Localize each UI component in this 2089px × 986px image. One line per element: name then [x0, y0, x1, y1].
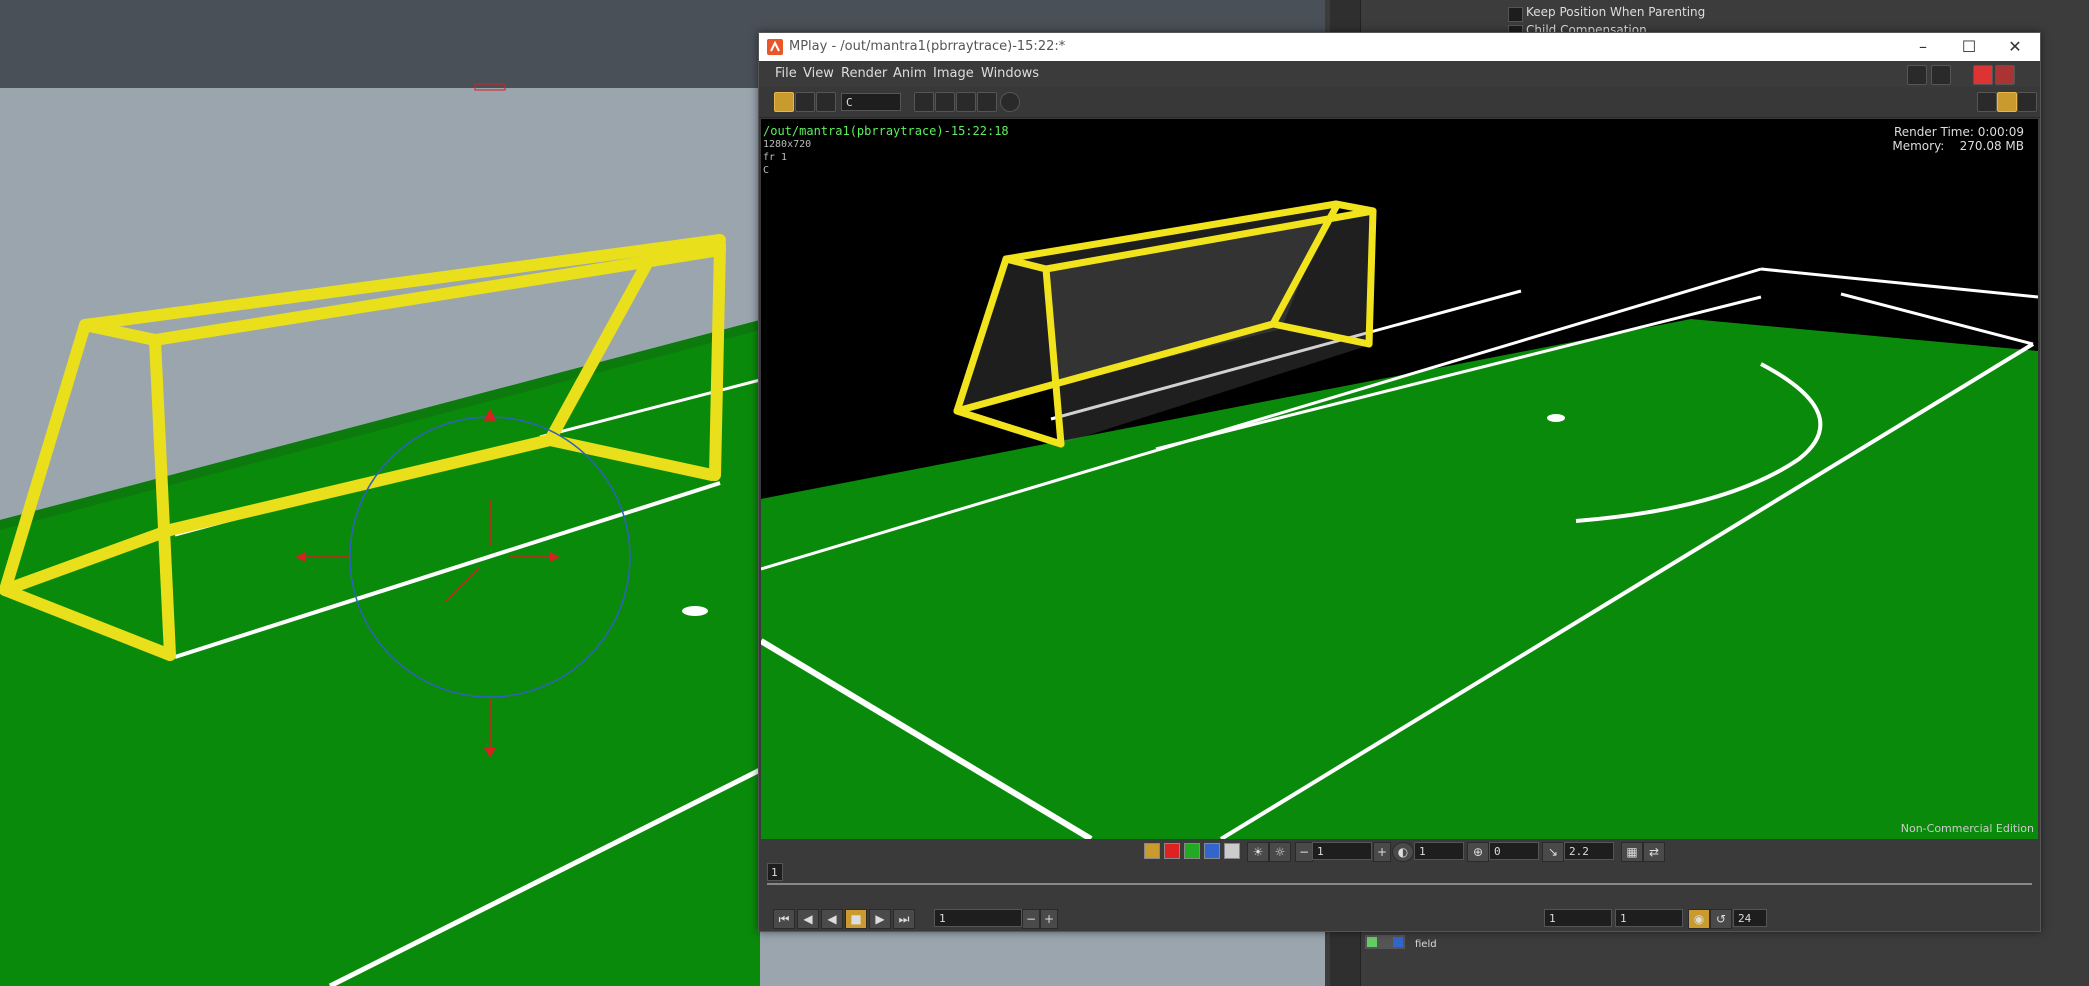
- overlay-frame: fr 1: [763, 152, 788, 163]
- menu-image[interactable]: Image: [933, 66, 974, 81]
- layout-icon[interactable]: [1907, 65, 1927, 85]
- node-color-icon: [1367, 937, 1377, 947]
- gamma-field[interactable]: 2.2: [1564, 842, 1614, 860]
- keep-position-checkbox[interactable]: [1508, 7, 1523, 22]
- stop-button[interactable]: ■: [845, 909, 867, 929]
- node-label: field: [1415, 939, 1437, 950]
- window-title: MPlay - /out/mantra1(pbrraytrace)-15:22:…: [789, 39, 1066, 54]
- menu-render[interactable]: Render: [841, 66, 887, 81]
- edition-watermark: Non-Commercial Edition: [1900, 822, 2034, 835]
- title-bar[interactable]: MPlay - /out/mantra1(pbrraytrace)-15:22:…: [759, 33, 2040, 61]
- step-back-button[interactable]: ◀: [797, 909, 819, 929]
- play-button[interactable]: ▶: [869, 909, 891, 929]
- keep-position-label: Keep Position When Parenting: [1526, 5, 1706, 19]
- current-frame-field[interactable]: 1: [934, 909, 1022, 927]
- exposure-minus-button[interactable]: −: [1295, 842, 1313, 862]
- mplay-window[interactable]: MPlay - /out/mantra1(pbrraytrace)-15:22:…: [758, 32, 2041, 932]
- view-single-icon[interactable]: [1977, 92, 1997, 112]
- timeline-track[interactable]: [767, 883, 2032, 885]
- dropdown-icon[interactable]: [816, 92, 836, 112]
- timeline-frame-marker[interactable]: 1: [767, 863, 783, 881]
- exposure-plus-button[interactable]: +: [1373, 842, 1391, 862]
- contrast-field[interactable]: 1: [1414, 842, 1464, 860]
- pan-icon[interactable]: [977, 92, 997, 112]
- gamma-icon[interactable]: ↘: [1542, 842, 1564, 862]
- blue-channel-swatch[interactable]: [1204, 843, 1220, 859]
- exposure-field[interactable]: 1: [1312, 842, 1372, 860]
- brightness-icon[interactable]: ☼: [1269, 842, 1291, 862]
- lut-options-icon[interactable]: ⇄: [1643, 842, 1665, 862]
- image-toolbar: C: [759, 87, 2040, 118]
- exposure-icon[interactable]: ☀: [1247, 842, 1269, 862]
- offset-icon[interactable]: ⊕: [1467, 842, 1489, 862]
- memory-usage: Memory: 270.08 MB: [1892, 139, 2024, 153]
- fps-field[interactable]: 24: [1733, 909, 1767, 927]
- realtime-toggle[interactable]: ◉: [1688, 909, 1710, 929]
- node-flag-icon: [1393, 937, 1403, 947]
- overlay-resolution: 1280x720: [763, 139, 812, 150]
- view-grid-icon[interactable]: [1997, 92, 2017, 112]
- menu-anim[interactable]: Anim: [893, 66, 926, 81]
- rgb-swatch[interactable]: [1144, 843, 1160, 859]
- minimize-button[interactable]: –: [1900, 33, 1946, 61]
- green-channel-swatch[interactable]: [1184, 843, 1200, 859]
- frame-plus-button[interactable]: +: [1040, 909, 1058, 929]
- render-time: Render Time: 0:00:09: [1893, 125, 2024, 139]
- offset-field[interactable]: 0: [1489, 842, 1539, 860]
- playback-bar: ☀ ☼ − 1 + ◐ 1 ⊕ 0 ↘ 2.2 ▦ ⇄ 1 ⏮ ◀ ◀ ■ ▶ …: [759, 839, 2040, 931]
- menu-bar: File View Render Anim Image Windows: [759, 61, 2040, 87]
- color-mode-icon[interactable]: [774, 92, 794, 112]
- render-image[interactable]: /out/mantra1(pbrraytrace)-15:22:18 1280x…: [761, 119, 2038, 839]
- end-frame-field[interactable]: 1: [1615, 909, 1683, 927]
- zoom-in-icon[interactable]: [914, 92, 934, 112]
- maximize-button[interactable]: ☐: [1946, 33, 1992, 61]
- red-channel-swatch[interactable]: [1164, 843, 1180, 859]
- zoom-out-icon[interactable]: [935, 92, 955, 112]
- houdini-app-icon: [767, 39, 783, 55]
- overlay-channel: C: [763, 165, 770, 176]
- layers-icon[interactable]: [795, 92, 815, 112]
- contrast-icon[interactable]: ◐: [1392, 842, 1414, 862]
- close-button[interactable]: ✕: [1992, 33, 2038, 61]
- menu-view[interactable]: View: [803, 66, 834, 81]
- channel-select[interactable]: C: [841, 93, 901, 111]
- lut-icon[interactable]: ▦: [1621, 842, 1643, 862]
- overlay-path: /out/mantra1(pbrraytrace)-15:22:18: [763, 124, 1009, 138]
- menu-file[interactable]: File: [775, 66, 797, 81]
- alpha-channel-swatch[interactable]: [1224, 843, 1240, 859]
- stop-render-icon[interactable]: [1973, 65, 1993, 85]
- home-icon[interactable]: [956, 92, 976, 112]
- go-to-end-button[interactable]: ⏭: [893, 909, 915, 929]
- frame-minus-button[interactable]: −: [1022, 909, 1040, 929]
- menu-windows[interactable]: Windows: [981, 66, 1039, 81]
- loop-toggle[interactable]: ↺: [1710, 909, 1732, 929]
- view-quad-icon[interactable]: [2017, 92, 2037, 112]
- node-tile[interactable]: [1365, 935, 1405, 949]
- start-frame-field[interactable]: 1: [1544, 909, 1612, 927]
- settings-icon[interactable]: [1931, 65, 1951, 85]
- info-icon[interactable]: [1000, 92, 1020, 112]
- record-icon[interactable]: [1995, 65, 2015, 85]
- play-reverse-button[interactable]: ◀: [821, 909, 843, 929]
- go-to-start-button[interactable]: ⏮: [773, 909, 795, 929]
